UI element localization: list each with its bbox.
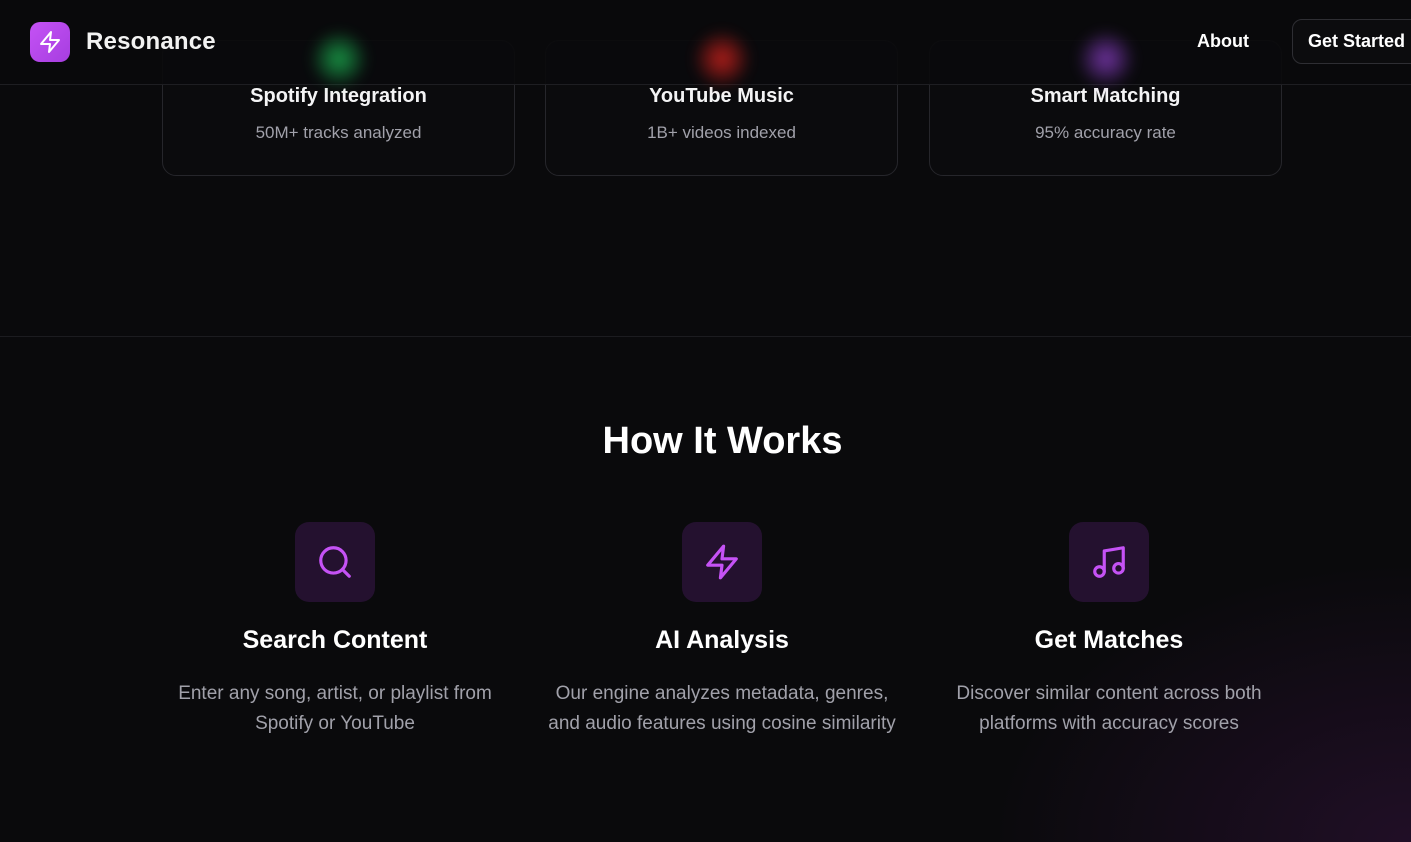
stat-card-subtitle: 1B+ videos indexed <box>647 123 796 142</box>
step-ai-analysis: AI Analysis Our engine analyzes metadata… <box>542 522 902 739</box>
step-get-matches: Get Matches Discover similar content acr… <box>929 522 1289 739</box>
step-search: Search Content Enter any song, artist, o… <box>155 522 515 739</box>
step-description: Discover similar content across both pla… <box>956 683 1262 734</box>
lightning-icon <box>682 522 762 602</box>
smart-matching-glow-icon <box>1075 29 1136 89</box>
step-description: Our engine analyzes metadata, genres, an… <box>548 683 896 734</box>
how-it-works-title: How It Works <box>602 420 843 462</box>
search-icon <box>295 522 375 602</box>
step-description: Enter any song, artist, or playlist from… <box>178 683 492 734</box>
stat-card-subtitle: 50M+ tracks analyzed <box>255 123 422 142</box>
stat-card-subtitle: 95% accuracy rate <box>1035 123 1176 142</box>
youtube-glow-icon <box>691 29 752 89</box>
nav-about-link[interactable]: About <box>1197 31 1249 52</box>
step-title: Get Matches <box>1034 626 1184 654</box>
step-title: AI Analysis <box>655 626 789 654</box>
music-note-icon <box>1069 522 1149 602</box>
spotify-glow-icon <box>308 29 369 89</box>
step-title: Search Content <box>242 626 428 654</box>
logo-lightning-icon <box>30 22 70 62</box>
brand-name: Resonance <box>86 28 216 55</box>
section-divider <box>0 336 1411 337</box>
brand[interactable]: Resonance <box>30 22 216 62</box>
get-started-button[interactable]: Get Started <box>1292 19 1411 64</box>
